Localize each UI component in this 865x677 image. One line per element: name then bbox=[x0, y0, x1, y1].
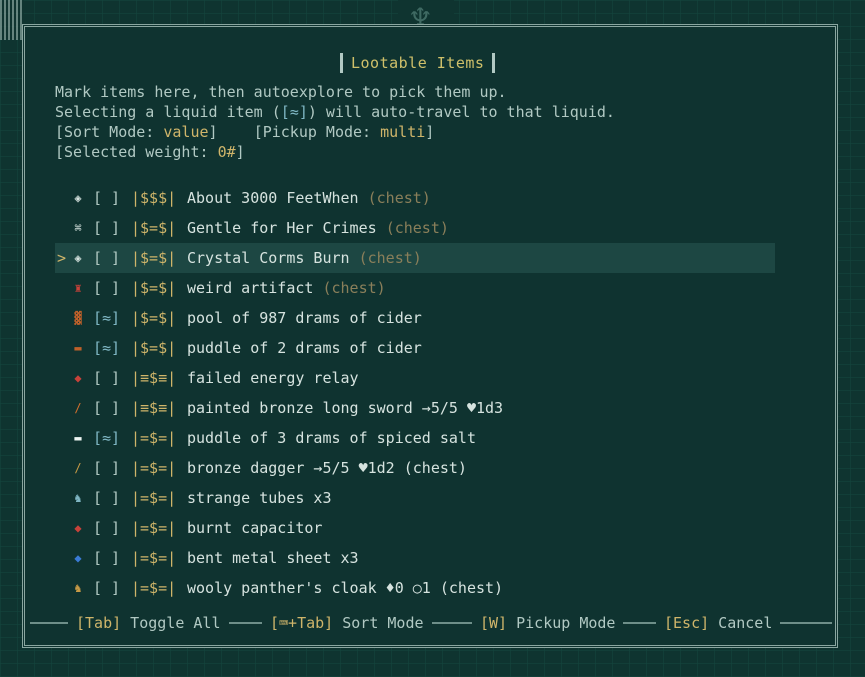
list-item[interactable]: ♞ [ ] |=$=| strange tubes x3 bbox=[55, 483, 775, 513]
item-checkbox[interactable]: [≈] bbox=[93, 429, 120, 447]
tubes-icon: ♞ bbox=[74, 491, 82, 505]
item-checkbox[interactable]: [ ] bbox=[93, 459, 120, 477]
item-checkbox[interactable]: [ ] bbox=[93, 189, 120, 207]
item-value: |=$=| bbox=[131, 579, 177, 597]
item-checkbox[interactable]: [ ] bbox=[93, 279, 120, 297]
dialog-title-bar: Lootable Items bbox=[340, 52, 496, 74]
item-value: |=$=| bbox=[131, 549, 177, 567]
item-location: (chest) bbox=[367, 189, 431, 207]
puddle-icon: ▬ bbox=[74, 341, 82, 355]
toggle-all-button[interactable]: [Tab] Toggle All bbox=[68, 612, 229, 634]
item-location: (chest) bbox=[358, 249, 422, 267]
artifact-icon: ♜ bbox=[74, 281, 82, 295]
pool-icon: ▓ bbox=[74, 311, 82, 325]
item-name: strange tubes x3 bbox=[187, 489, 332, 507]
book-icon: ⌘ bbox=[74, 221, 82, 235]
item-checkbox[interactable]: [ ] bbox=[93, 249, 120, 267]
item-checkbox[interactable]: [ ] bbox=[93, 519, 120, 537]
selection-cursor: > bbox=[57, 249, 67, 267]
item-checkbox[interactable]: [ ] bbox=[93, 219, 120, 237]
item-value: |=$=| bbox=[131, 519, 177, 537]
dagger-icon: / bbox=[74, 461, 82, 475]
item-name: weird artifact (chest) bbox=[187, 279, 386, 297]
footer-bar: [Tab] Toggle All [⌨+Tab] Sort Mode [W] P… bbox=[30, 612, 832, 634]
item-value: |$=$| bbox=[131, 249, 177, 267]
list-item[interactable]: / [ ] |=$=| bronze dagger →5/5 ♥1d2 (chest) bbox=[55, 453, 775, 483]
scroll-icon: ◈ bbox=[74, 251, 82, 265]
sword-icon: / bbox=[74, 401, 82, 415]
pickup-mode-value: multi bbox=[380, 123, 426, 141]
liquid-symbol: [≈] bbox=[280, 103, 308, 121]
item-name: Gentle for Her Crimes (chest) bbox=[187, 219, 449, 237]
pickup-mode-button[interactable]: [W] Pickup Mode bbox=[472, 612, 624, 634]
item-name: bronze dagger →5/5 ♥1d2 (chest) bbox=[187, 459, 467, 477]
item-checkbox[interactable]: [ ] bbox=[93, 489, 120, 507]
list-item[interactable]: > ◈ [ ] |$=$| Crystal Corms Burn (chest) bbox=[55, 243, 775, 273]
item-name: failed energy relay bbox=[187, 369, 359, 387]
list-item[interactable]: ▓ [≈] |$=$| pool of 987 drams of cider bbox=[55, 303, 775, 333]
capacitor-icon: ◆ bbox=[74, 521, 82, 535]
item-checkbox[interactable]: [ ] bbox=[93, 399, 120, 417]
info-line-1: Mark items here, then autoexplore to pic… bbox=[55, 83, 507, 101]
item-name: About 3000 FeetWhen (chest) bbox=[187, 189, 431, 207]
lootable-item-list: ◈ [ ] |$$$| About 3000 FeetWhen (chest) ⌘ [ ]… bbox=[55, 183, 775, 603]
sort-mode-button[interactable]: [⌨+Tab] Sort Mode bbox=[262, 612, 432, 634]
selected-weight-value: 0# bbox=[217, 143, 236, 161]
item-value: |$$$| bbox=[131, 189, 177, 207]
item-value: |$=$| bbox=[131, 219, 177, 237]
list-item[interactable]: ▬ [≈] |$=$| puddle of 2 drams of cider bbox=[55, 333, 775, 363]
list-item[interactable]: ⌘ [ ] |$=$| Gentle for Her Crimes (chest) bbox=[55, 213, 775, 243]
list-item[interactable]: / [ ] |≡$≡| painted bronze long sword →5/5 … bbox=[55, 393, 775, 423]
item-name: wooly panther's cloak ♦0 ○1 (chest) bbox=[187, 579, 504, 597]
puddle-icon: ▬ bbox=[74, 431, 82, 445]
item-value: |$=$| bbox=[131, 309, 177, 327]
item-value: |=$=| bbox=[131, 459, 177, 477]
item-name: painted bronze long sword →5/5 ♥1d3 bbox=[187, 399, 504, 417]
list-item[interactable]: ◆ [ ] |=$=| burnt capacitor bbox=[55, 513, 775, 543]
item-value: |$=$| bbox=[131, 279, 177, 297]
item-location: (chest) bbox=[322, 279, 386, 297]
info-text: Mark items here, then autoexplore to pic… bbox=[55, 83, 615, 161]
item-name: bent metal sheet x3 bbox=[187, 549, 359, 567]
item-value: |≡$≡| bbox=[131, 369, 177, 387]
item-name: burnt capacitor bbox=[187, 519, 323, 537]
cancel-button[interactable]: [Esc] Cancel bbox=[656, 612, 781, 634]
item-value: |≡$≡| bbox=[131, 399, 177, 417]
list-item[interactable]: ▬ [≈] |=$=| puddle of 3 drams of spiced sal… bbox=[55, 423, 775, 453]
cloak-icon: ♞ bbox=[74, 581, 82, 595]
item-checkbox[interactable]: [≈] bbox=[93, 309, 120, 327]
sort-mode-value: value bbox=[163, 123, 209, 141]
metal-sheet-icon: ◆ bbox=[74, 551, 82, 565]
list-item[interactable]: ◆ [ ] |≡$≡| failed energy relay bbox=[55, 363, 775, 393]
list-item[interactable]: ◈ [ ] |$$$| About 3000 FeetWhen (chest) bbox=[55, 183, 775, 213]
item-name: pool of 987 drams of cider bbox=[187, 309, 422, 327]
list-item[interactable]: ♜ [ ] |$=$| weird artifact (chest) bbox=[55, 273, 775, 303]
item-name: Crystal Corms Burn (chest) bbox=[187, 249, 422, 267]
item-checkbox[interactable]: [ ] bbox=[93, 369, 120, 387]
item-checkbox[interactable]: [≈] bbox=[93, 339, 120, 357]
item-name: puddle of 2 drams of cider bbox=[187, 339, 422, 357]
item-checkbox[interactable]: [ ] bbox=[93, 579, 120, 597]
item-location: (chest) bbox=[385, 219, 449, 237]
item-value: |$=$| bbox=[131, 339, 177, 357]
item-name: puddle of 3 drams of spiced salt bbox=[187, 429, 476, 447]
item-value: |=$=| bbox=[131, 429, 177, 447]
relay-icon: ◆ bbox=[74, 371, 82, 385]
list-item[interactable]: ◆ [ ] |=$=| bent metal sheet x3 bbox=[55, 543, 775, 573]
list-item[interactable]: ♞ [ ] |=$=| wooly panther's cloak ♦0 ○1 (ch… bbox=[55, 573, 775, 603]
scroll-icon: ◈ bbox=[74, 191, 82, 205]
item-value: |=$=| bbox=[131, 489, 177, 507]
corner-ornament bbox=[0, 0, 24, 40]
dialog-title: Lootable Items bbox=[351, 54, 485, 72]
item-checkbox[interactable]: [ ] bbox=[93, 549, 120, 567]
